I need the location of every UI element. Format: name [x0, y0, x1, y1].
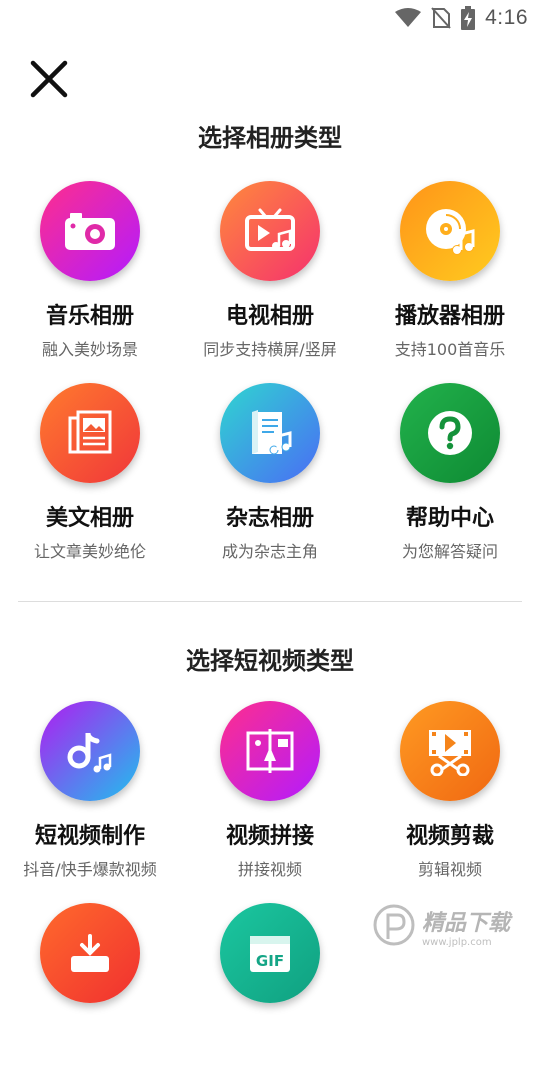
- player-album-title: 播放器相册: [395, 298, 505, 330]
- player-album-subtitle: 支持100首音乐: [395, 336, 506, 360]
- battery-charging-icon: [461, 6, 475, 30]
- magazine-album-title: 杂志相册: [226, 500, 314, 532]
- no-sim-icon: [431, 7, 451, 29]
- video-stitch-title: 视频拼接: [226, 818, 314, 850]
- article-album-subtitle: 让文章美妙绝伦: [34, 538, 146, 562]
- close-button[interactable]: [28, 58, 70, 100]
- help-center-item[interactable]: 帮助中心 为您解答疑问: [360, 382, 540, 572]
- magazine-album-item[interactable]: 杂志相册 成为杂志主角: [180, 382, 360, 572]
- help-center-subtitle: 为您解答疑问: [402, 538, 498, 562]
- help-center-title: 帮助中心: [406, 500, 494, 532]
- video-stitch-icon: [246, 729, 294, 773]
- magazine-album-circle: [220, 383, 320, 483]
- video-download-item[interactable]: [0, 902, 180, 1092]
- article-album-item[interactable]: 美文相册 让文章美妙绝伦: [0, 382, 180, 572]
- video-stitch-subtitle: 拼接视频: [238, 856, 302, 880]
- camera-icon: [63, 210, 117, 252]
- magazine-icon: [248, 408, 292, 458]
- video-stitch-circle: [220, 701, 320, 801]
- video-cut-circle: [400, 701, 500, 801]
- tv-album-subtitle: 同步支持横屏/竖屏: [203, 336, 336, 360]
- tv-album-item[interactable]: 电视相册 同步支持横屏/竖屏: [180, 180, 360, 370]
- close-icon: [28, 58, 70, 100]
- gif-circle: GIF: [220, 903, 320, 1003]
- watermark-logo-icon: [372, 903, 416, 949]
- watermark-url: www.jplp.com: [422, 937, 510, 948]
- svg-text:GIF: GIF: [256, 952, 284, 970]
- status-icons: 4:16: [395, 6, 528, 30]
- section-divider: [18, 601, 522, 602]
- short-video-title: 短视频制作: [35, 818, 145, 850]
- video-cut-subtitle: 剪辑视频: [418, 856, 482, 880]
- player-album-item[interactable]: 播放器相册 支持100首音乐: [360, 180, 540, 370]
- video-cut-icon: [425, 726, 475, 776]
- music-disc-icon: [424, 205, 476, 257]
- music-album-circle: [40, 181, 140, 281]
- video-download-circle: [40, 903, 140, 1003]
- video-stitch-item[interactable]: 视频拼接 拼接视频: [180, 700, 360, 890]
- player-album-circle: [400, 181, 500, 281]
- short-video-item[interactable]: 短视频制作 抖音/快手爆款视频: [0, 700, 180, 890]
- tv-album-title: 电视相册: [226, 298, 314, 330]
- tv-album-circle: [220, 181, 320, 281]
- watermark: 精品下载 www.jplp.com: [372, 900, 532, 952]
- help-icon: [426, 409, 474, 457]
- wifi-icon: [395, 8, 421, 28]
- status-time: 4:16: [485, 6, 528, 30]
- gif-item[interactable]: GIF: [180, 902, 360, 1092]
- watermark-text: 精品下载: [422, 905, 510, 937]
- gif-icon: GIF: [247, 930, 293, 976]
- article-album-circle: [40, 383, 140, 483]
- album-section-title: 选择相册类型: [0, 118, 540, 153]
- status-bar: 4:16: [0, 0, 540, 36]
- music-album-title: 音乐相册: [46, 298, 134, 330]
- help-center-circle: [400, 383, 500, 483]
- video-cut-item[interactable]: 视频剪裁 剪辑视频: [360, 700, 540, 890]
- video-section-title: 选择短视频类型: [0, 641, 540, 676]
- tv-music-icon: [244, 208, 296, 254]
- short-video-circle: [40, 701, 140, 801]
- music-album-subtitle: 融入美妙场景: [42, 336, 138, 360]
- video-cut-title: 视频剪裁: [406, 818, 494, 850]
- download-icon: [67, 930, 113, 976]
- article-icon: [68, 410, 112, 456]
- magazine-album-subtitle: 成为杂志主角: [222, 538, 318, 562]
- article-album-title: 美文相册: [46, 500, 134, 532]
- tiktok-note-icon: [67, 727, 113, 775]
- music-album-item[interactable]: 音乐相册 融入美妙场景: [0, 180, 180, 370]
- short-video-subtitle: 抖音/快手爆款视频: [23, 856, 156, 880]
